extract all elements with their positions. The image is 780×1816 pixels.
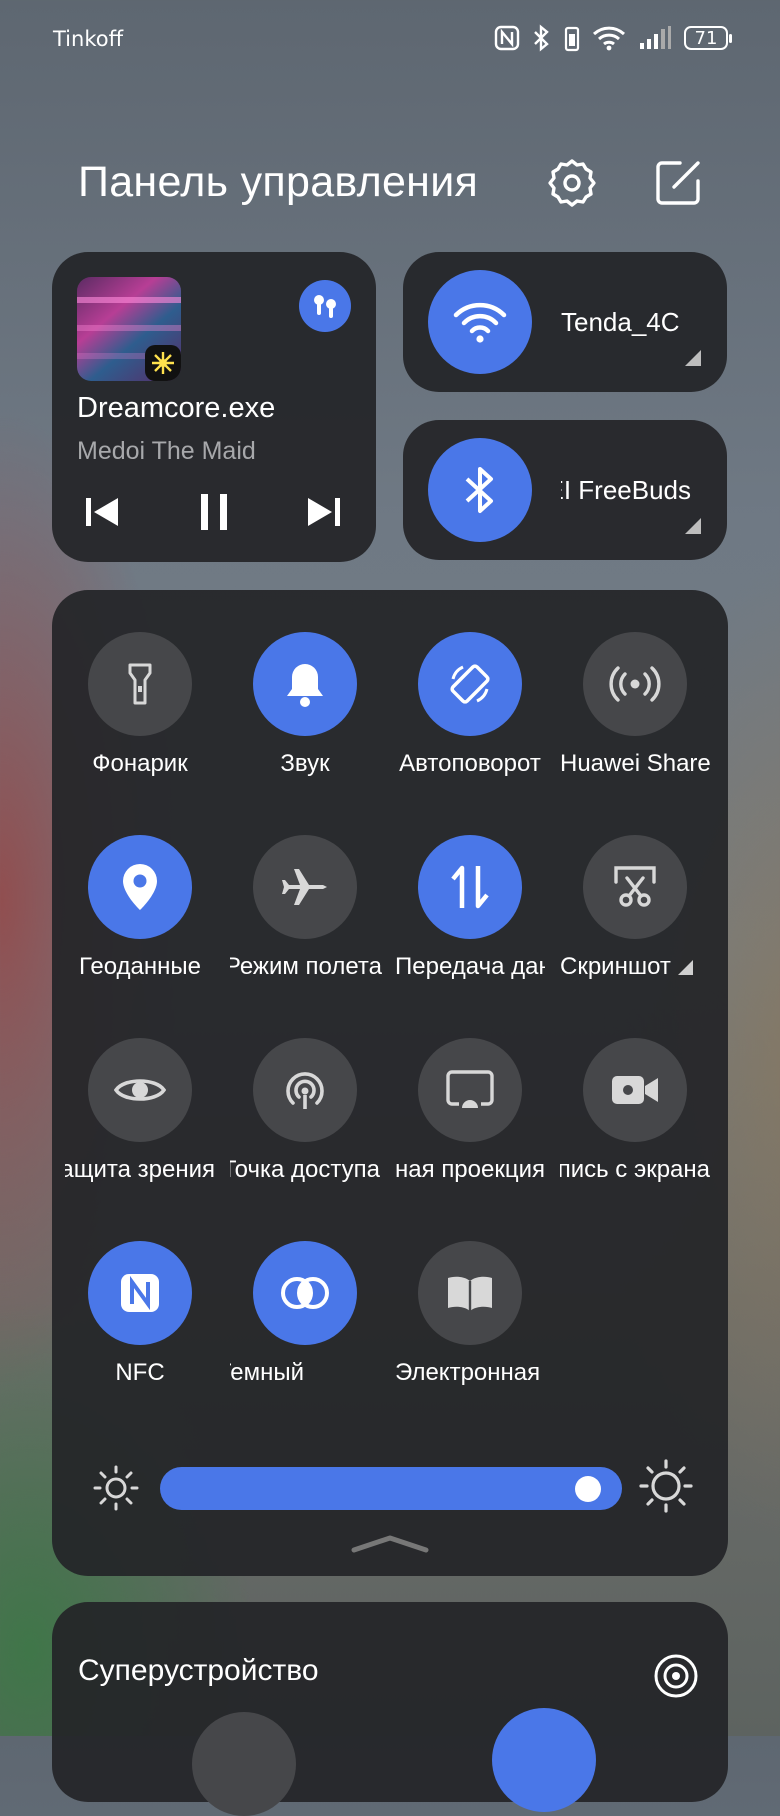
rotate-icon	[418, 632, 522, 736]
song-title: Dreamcore.exe	[77, 392, 276, 424]
bluetooth-card[interactable]: HUAWEI FreeBuds	[403, 420, 727, 560]
scissors-icon	[583, 835, 687, 939]
music-app-icon	[145, 345, 181, 381]
toggle-label: Режим полета	[230, 953, 382, 980]
toggle-label: Защита зрения	[65, 1156, 215, 1183]
toggle-label: Электронная книга	[395, 1359, 545, 1386]
toggle-label: Звук	[280, 750, 330, 777]
toggle-airplane[interactable]: Режим полета	[230, 835, 382, 981]
battery-level: 71	[694, 27, 718, 49]
bluetooth-device-name: HUAWEI FreeBuds	[561, 475, 691, 505]
album-art	[77, 277, 181, 381]
artist-name: Medoi The Maid	[77, 437, 256, 465]
wifi-icon	[592, 26, 626, 51]
radar-icon[interactable]	[652, 1652, 700, 1700]
toggle-screenshot[interactable]: Скриншот	[560, 835, 728, 981]
airplane-icon	[253, 835, 357, 939]
toggle-mobile-data[interactable]: Передача данных	[395, 835, 545, 981]
toggle-label: Беспроводная проекция	[395, 1156, 545, 1183]
next-button[interactable]	[302, 490, 346, 534]
toggle-label: Huawei Share	[560, 750, 710, 777]
status-bar: Tinkoff 71	[0, 0, 780, 80]
book-icon	[418, 1241, 522, 1345]
brightness-slider-handle[interactable]	[575, 1476, 602, 1502]
toggle-nfc[interactable]: NFC	[65, 1241, 215, 1387]
vibrate-icon	[564, 26, 580, 52]
flashlight-icon	[88, 632, 192, 736]
toggle-label: Запись с экрана	[560, 1156, 710, 1183]
superdevice-card[interactable]: Суперустройство	[52, 1602, 728, 1816]
toggle-sound[interactable]: Звук	[230, 632, 380, 778]
toggle-autorotate[interactable]: Автоповорот	[395, 632, 545, 778]
toggle-location[interactable]: Геоданные	[65, 835, 215, 981]
toggle-label: Передача данных	[395, 953, 545, 980]
toggle-label: Режим Темный	[230, 1359, 304, 1386]
wifi-toggle[interactable]	[428, 270, 532, 374]
toggle-flashlight[interactable]: Фонарик	[65, 632, 215, 778]
device-icon[interactable]	[192, 1712, 296, 1816]
expand-corner[interactable]	[685, 518, 701, 534]
earbuds-icon[interactable]	[299, 280, 351, 332]
toggle-label: Геоданные	[78, 953, 201, 980]
expand-corner[interactable]	[685, 350, 701, 366]
toggle-huawei-share[interactable]: Huawei Share	[560, 632, 710, 778]
edit-icon[interactable]	[652, 157, 704, 209]
battery-icon: 71	[684, 26, 732, 50]
toggle-dark-mode[interactable]: Режим Темный	[230, 1241, 380, 1387]
status-icons: 71	[494, 24, 732, 52]
nfc-icon	[88, 1241, 192, 1345]
previous-button[interactable]	[80, 490, 124, 534]
expand-corner[interactable]	[678, 960, 693, 975]
wifi-network-name: Tenda_4C	[561, 307, 680, 337]
pause-icon	[201, 494, 227, 530]
toggle-wireless-projection[interactable]: Беспроводная проекция	[395, 1038, 545, 1184]
video-camera-icon	[583, 1038, 687, 1142]
carrier-name: Tinkoff	[53, 27, 124, 51]
share-icon	[583, 632, 687, 736]
bluetooth-icon	[465, 467, 493, 513]
quick-toggles-panel: Фонарик Звук Автоповорот Huawei Share Ге…	[52, 590, 728, 1576]
wifi-icon	[453, 302, 507, 343]
toggle-label: Точка доступа	[230, 1156, 380, 1183]
bluetooth-icon	[534, 24, 549, 52]
gear-icon[interactable]	[546, 157, 598, 209]
signal-icon	[640, 26, 671, 49]
pause-button[interactable]	[192, 490, 236, 534]
sun-low-icon	[93, 1465, 139, 1511]
bluetooth-toggle[interactable]	[428, 438, 532, 542]
nfc-icon	[494, 25, 520, 51]
toggle-label: Скриншот	[560, 953, 671, 980]
toggle-label: Фонарик	[92, 750, 188, 777]
toggle-ebook[interactable]: Электронная книга	[395, 1241, 545, 1387]
dark-mode-icon	[253, 1241, 357, 1345]
toggle-label: Автоповорот	[399, 750, 541, 777]
hotspot-icon	[253, 1038, 357, 1142]
data-transfer-icon	[418, 835, 522, 939]
brightness-slider[interactable]	[160, 1467, 622, 1510]
next-icon	[308, 498, 340, 526]
page-title: Панель управления	[78, 158, 479, 206]
toggle-hotspot[interactable]: Точка доступа	[230, 1038, 380, 1184]
toggle-eye-comfort[interactable]: Защита зрения	[65, 1038, 215, 1184]
cast-icon	[418, 1038, 522, 1142]
location-icon	[88, 835, 192, 939]
wifi-card[interactable]: Tenda_4C	[403, 252, 727, 392]
device-icon[interactable]	[492, 1708, 596, 1812]
toggle-label: NFC	[115, 1359, 165, 1386]
sun-high-icon	[639, 1459, 693, 1513]
previous-icon	[86, 498, 118, 526]
superdevice-title: Суперустройство	[78, 1654, 319, 1687]
bell-icon	[253, 632, 357, 736]
toggle-screen-recording[interactable]: Запись с экрана	[560, 1038, 710, 1184]
chevron-up-icon[interactable]	[350, 1532, 430, 1554]
eye-icon	[88, 1038, 192, 1142]
media-player-card[interactable]: Dreamcore.exe Medoi The Maid	[52, 252, 376, 562]
